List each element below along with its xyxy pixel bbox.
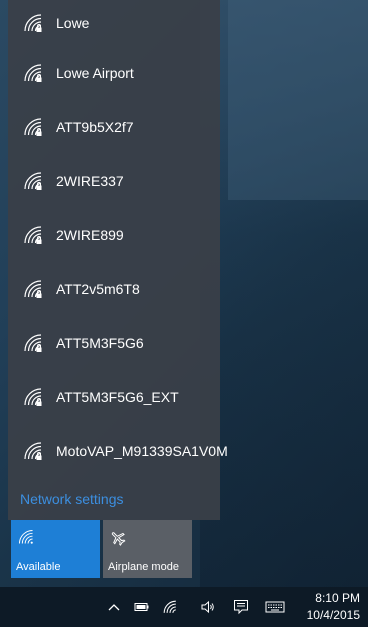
wifi-secured-icon <box>22 386 44 408</box>
wifi-secured-icon <box>22 116 44 138</box>
airplane-mode-tile[interactable]: Airplane mode <box>103 520 192 578</box>
chevron-up-icon[interactable] <box>106 599 122 615</box>
wifi-tile-label: Available <box>16 561 61 573</box>
network-item[interactable]: MotoVAP_M91339SA1V0M <box>8 424 228 478</box>
network-item[interactable]: ATT5M3F5G6 <box>8 316 220 370</box>
network-item[interactable]: ATT2v5m6T8 <box>8 262 220 316</box>
network-flyout: Lowe Lowe Airport ATT9b5X2f7 2WIRE337 2W… <box>8 0 228 520</box>
wifi-secured-icon <box>22 440 44 462</box>
airplane-icon <box>109 528 127 546</box>
network-item[interactable]: 2WIRE899 <box>8 208 220 262</box>
clock-time: 8:10 PM <box>315 591 360 605</box>
wifi-toggle-tile[interactable]: Available <box>11 520 100 578</box>
volume-icon[interactable] <box>200 599 216 615</box>
wifi-icon[interactable] <box>162 599 178 615</box>
action-center-icon[interactable] <box>233 599 249 615</box>
network-item[interactable]: Lowe Airport <box>8 46 220 100</box>
network-item[interactable]: ATT9b5X2f7 <box>8 100 220 154</box>
network-item[interactable]: 2WIRE337 <box>8 154 220 208</box>
network-settings-link[interactable]: Network settings <box>20 491 123 507</box>
wifi-secured-icon <box>22 12 44 34</box>
network-name: ATT9b5X2f7 <box>56 119 134 135</box>
network-name: Lowe <box>56 15 90 31</box>
wifi-secured-icon <box>22 170 44 192</box>
keyboard-icon[interactable] <box>265 599 285 615</box>
clock[interactable]: 8:10 PM 10/4/2015 <box>307 590 360 624</box>
network-item[interactable]: ATT5M3F5G6_EXT <box>8 370 220 424</box>
network-name: MotoVAP_M91339SA1V0M <box>56 443 228 459</box>
network-name: ATT2v5m6T8 <box>56 281 140 297</box>
wifi-secured-icon <box>22 224 44 246</box>
airplane-tile-label: Airplane mode <box>108 561 179 573</box>
network-item[interactable]: Lowe <box>8 0 220 46</box>
quick-actions: Available Airplane mode <box>8 520 220 580</box>
clock-date: 10/4/2015 <box>306 608 360 622</box>
network-name: 2WIRE337 <box>56 173 124 189</box>
background-window <box>228 0 368 200</box>
wifi-icon <box>17 528 35 546</box>
battery-icon[interactable] <box>134 599 150 615</box>
wifi-secured-icon <box>22 62 44 84</box>
network-name: ATT5M3F5G6 <box>56 335 144 351</box>
network-name: ATT5M3F5G6_EXT <box>56 389 179 405</box>
network-list: Lowe Lowe Airport ATT9b5X2f7 2WIRE337 2W… <box>8 0 228 478</box>
wifi-secured-icon <box>22 278 44 300</box>
network-name: 2WIRE899 <box>56 227 124 243</box>
wifi-secured-icon <box>22 332 44 354</box>
taskbar: 8:10 PM 10/4/2015 <box>0 587 368 627</box>
network-name: Lowe Airport <box>56 65 134 81</box>
